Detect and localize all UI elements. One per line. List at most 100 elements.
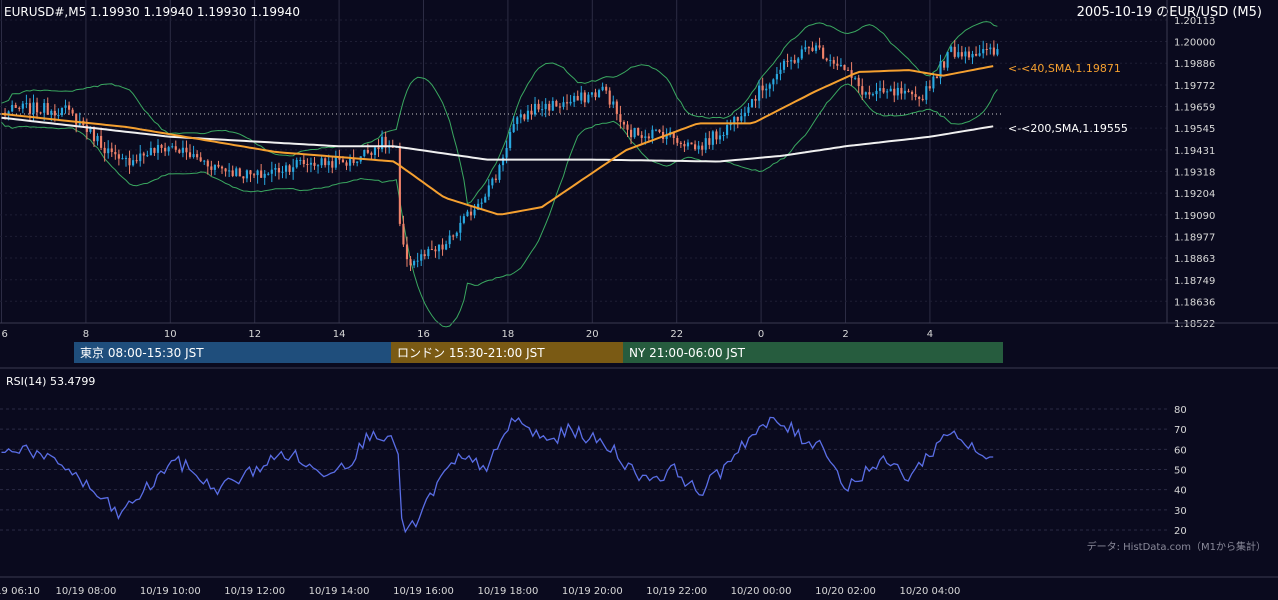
candle-body	[267, 173, 270, 175]
candle-body	[690, 142, 693, 145]
candle-body	[96, 135, 99, 142]
candle-body	[377, 147, 380, 150]
candle-body	[39, 112, 42, 114]
candle-body	[612, 101, 615, 105]
candle-body	[868, 92, 871, 95]
candle-body	[373, 147, 377, 156]
candle-body	[921, 98, 924, 100]
hour-tick-label: 10	[164, 329, 177, 340]
candle-body	[889, 88, 892, 92]
candle-body	[637, 127, 640, 136]
candle-body	[814, 45, 818, 51]
candle-body	[676, 138, 679, 143]
candle-body	[107, 148, 110, 154]
candle-body	[341, 159, 345, 163]
candle-body	[448, 235, 451, 245]
candle-body	[455, 232, 458, 236]
price-chart[interactable]: EURUSD#,M5 1.19930 1.19940 1.19930 1.199…	[0, 0, 1278, 600]
candle-body	[139, 153, 142, 162]
candle-body	[256, 170, 259, 176]
candle-body	[124, 157, 128, 159]
candle-body	[861, 86, 864, 95]
candle-body	[843, 64, 846, 70]
candle-body	[718, 135, 722, 140]
candle-body	[509, 132, 512, 149]
candle-body	[878, 88, 882, 91]
candle-body	[562, 102, 565, 107]
candle-body	[797, 58, 800, 63]
candle-body	[452, 235, 455, 237]
candle-body	[925, 86, 928, 100]
candle-body	[985, 48, 988, 50]
candle-body	[526, 110, 529, 120]
session-tokyo-label: 東京 08:00-15:30 JST	[80, 346, 204, 360]
candle-body	[100, 135, 103, 148]
price-tick-label: 1.18977	[1174, 232, 1215, 243]
candle-body	[370, 152, 373, 156]
date-tick-label: 10/19 10:00	[140, 586, 201, 597]
candle-body	[192, 154, 195, 157]
candle-body	[260, 170, 263, 178]
candle-body	[213, 164, 216, 170]
candle-body	[957, 52, 960, 57]
candle-body	[640, 135, 643, 138]
rsi-tick-label: 70	[1174, 425, 1187, 436]
candle-body	[64, 105, 67, 108]
candle-body	[188, 152, 192, 157]
session-london-label: ロンドン 15:30-21:00 JST	[397, 346, 545, 360]
candle-body	[409, 259, 412, 266]
candle-body	[142, 153, 145, 156]
candle-body	[320, 158, 323, 166]
price-tick-label: 1.19318	[1174, 167, 1215, 178]
candle-body	[932, 76, 935, 89]
candle-body	[473, 209, 476, 216]
candle-body	[761, 85, 764, 91]
candle-body	[754, 98, 757, 101]
candle-body	[523, 114, 526, 120]
candle-body	[110, 148, 113, 152]
candle-body	[281, 171, 284, 173]
candle-body	[964, 51, 967, 57]
candle-body	[505, 148, 508, 158]
candle-body	[822, 47, 825, 59]
candle-body	[928, 86, 931, 89]
candle-body	[14, 104, 17, 108]
candle-body	[437, 244, 441, 252]
candle-body	[203, 160, 206, 162]
hour-tick-label: 0	[758, 329, 764, 340]
candle-body	[569, 101, 572, 104]
chart-window: EURUSD#,M5 1.19930 1.19940 1.19930 1.199…	[0, 0, 1278, 600]
candle-body	[519, 114, 522, 118]
candle-body	[295, 160, 298, 168]
candle-body	[46, 103, 49, 115]
price-tick-label: 1.18636	[1174, 297, 1215, 308]
candle-body	[327, 161, 330, 166]
candle-body	[715, 131, 718, 140]
candle-body	[825, 58, 828, 61]
data-source-note: データ: HistData.com（M1から集計）	[1087, 540, 1266, 553]
candle-body	[601, 86, 604, 91]
candle-body	[185, 147, 188, 153]
candle-body	[896, 87, 899, 96]
candle-body	[167, 147, 170, 152]
candle-body	[156, 144, 160, 153]
candle-body	[210, 166, 213, 170]
date-tick-label: 10/20 04:00	[899, 586, 960, 597]
candle-body	[117, 154, 120, 159]
hour-tick-label: 8	[83, 329, 89, 340]
hour-tick-label: 20	[586, 329, 599, 340]
candle-body	[811, 47, 814, 51]
candle-body	[92, 127, 96, 142]
candle-body	[516, 117, 519, 125]
candle-body	[334, 157, 337, 168]
candle-body	[445, 244, 448, 250]
candle-body	[683, 143, 686, 147]
candle-body	[740, 116, 743, 121]
candle-body	[590, 92, 594, 95]
candle-body	[903, 90, 907, 94]
hour-tick-label: 4	[927, 329, 933, 340]
rsi-gridlines: 80 70 60 50 40 30 20	[0, 405, 1187, 537]
candle-body	[356, 161, 359, 163]
candle-body	[345, 162, 348, 166]
candle-body	[946, 51, 949, 68]
